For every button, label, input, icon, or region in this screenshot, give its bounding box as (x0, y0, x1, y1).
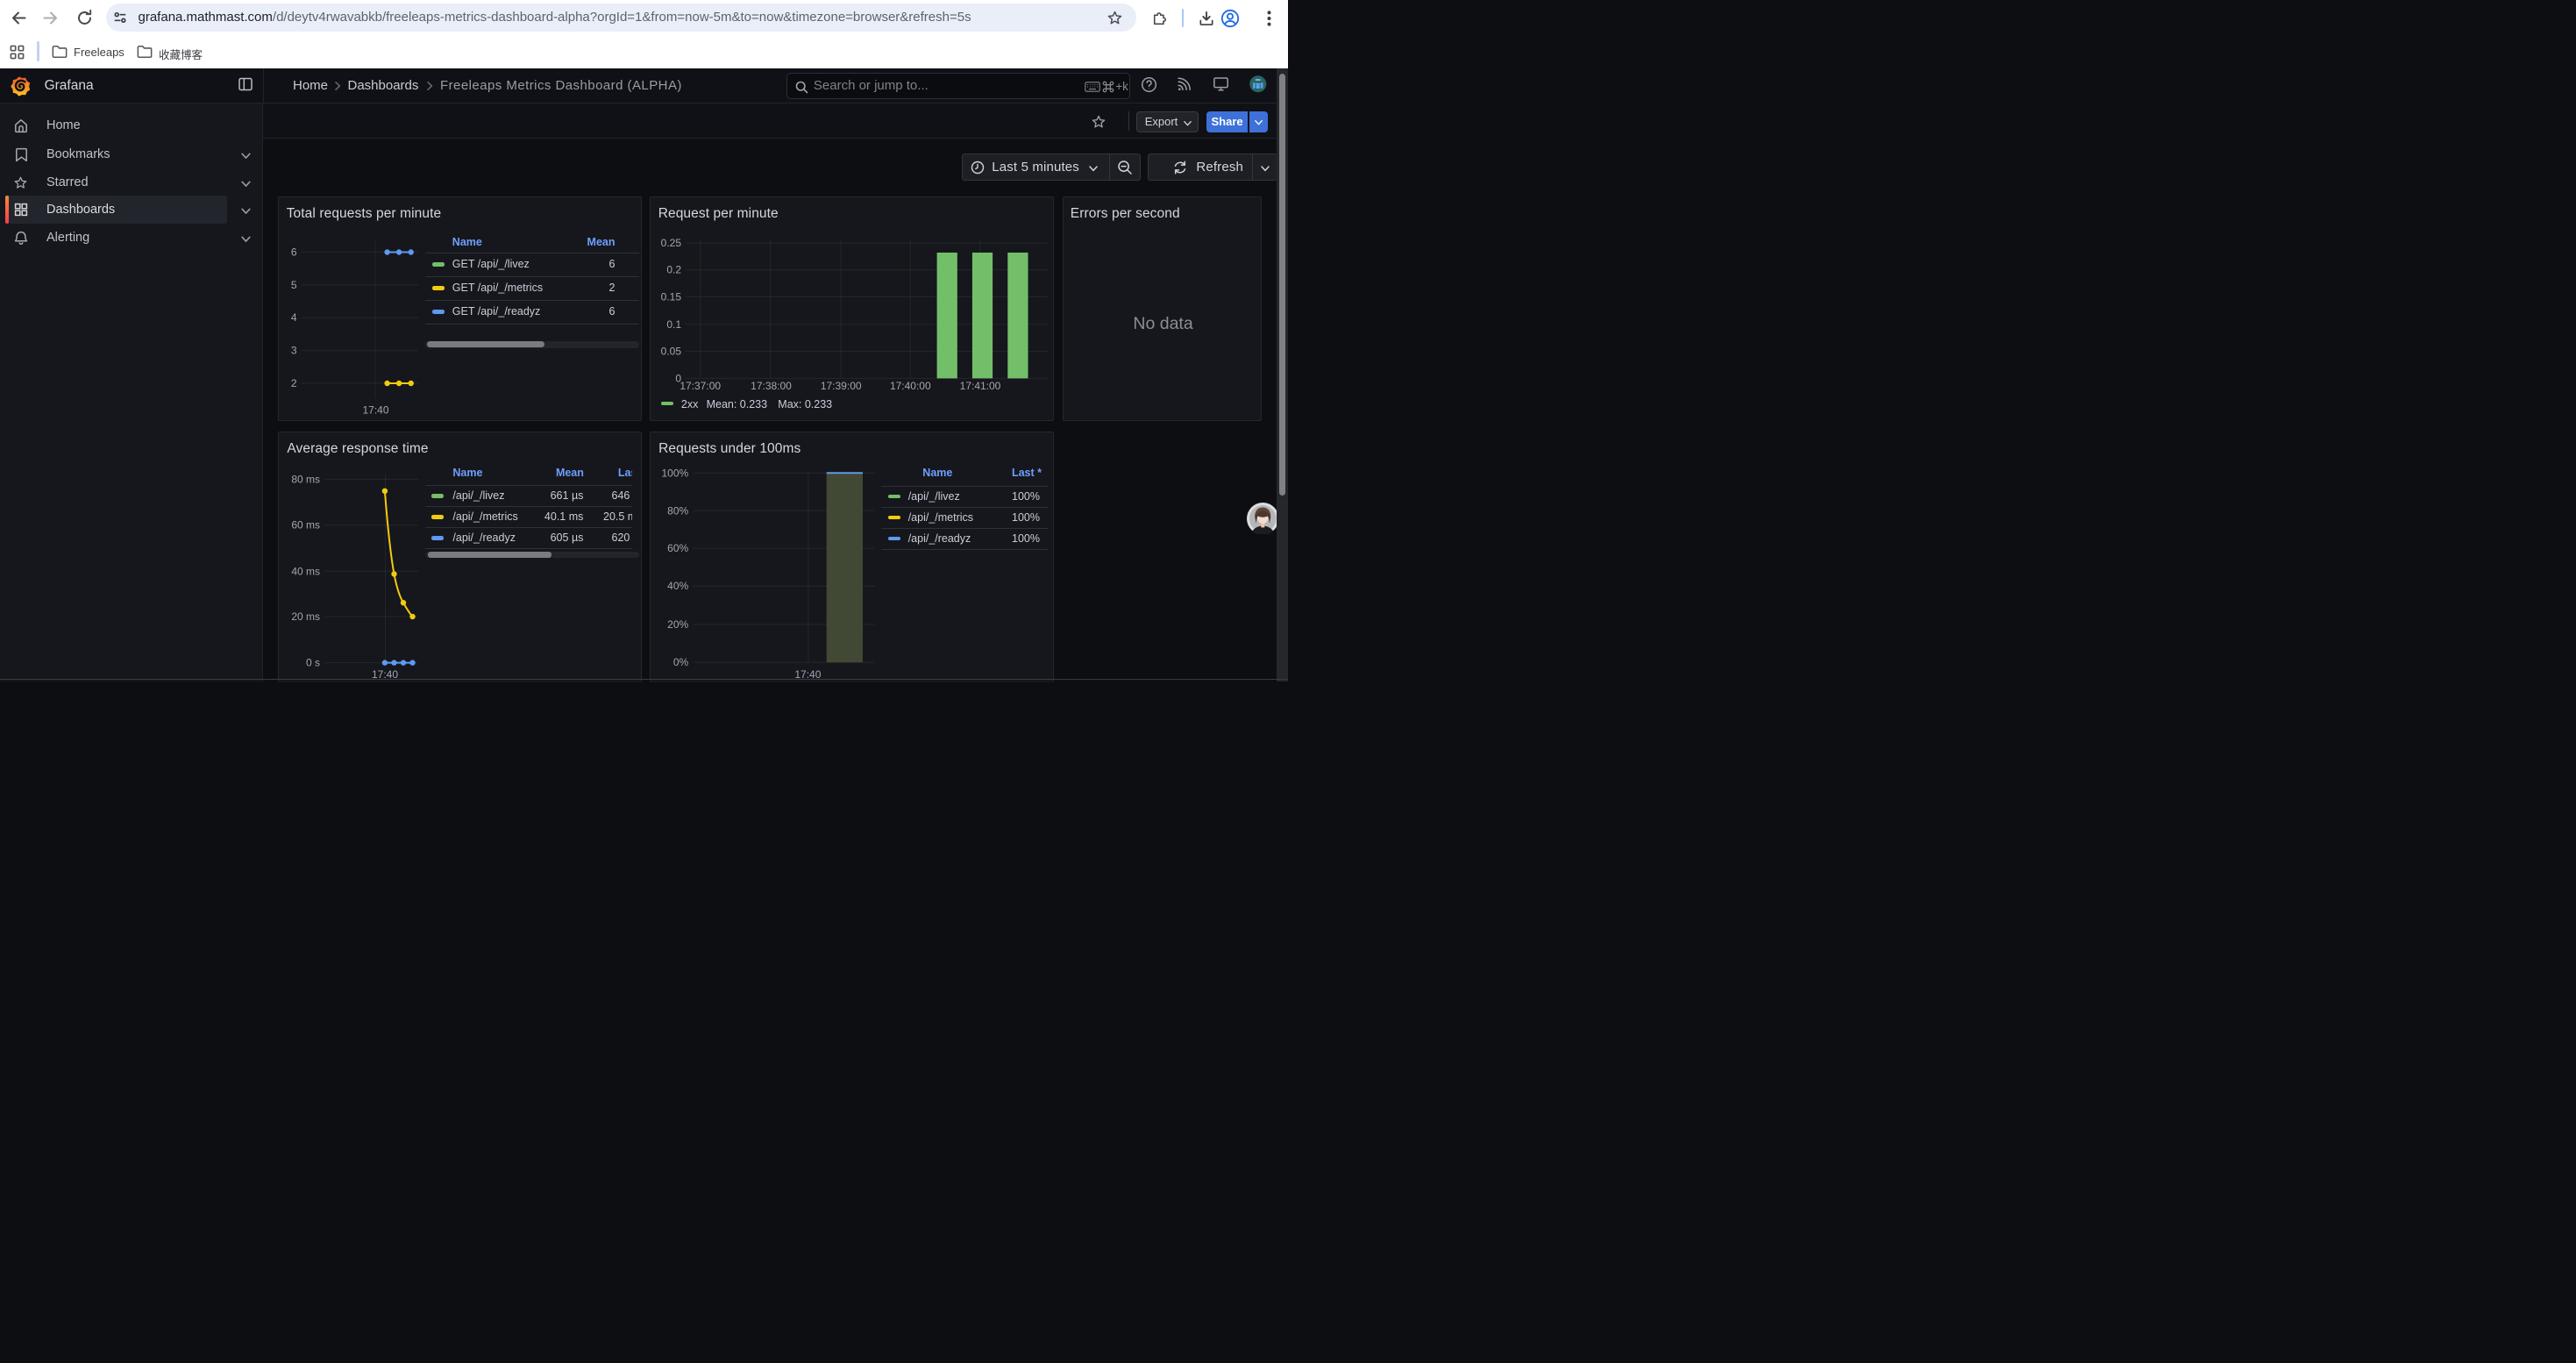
svg-text:17:41:00: 17:41:00 (960, 380, 1001, 392)
svg-text:17:37:00: 17:37:00 (680, 380, 722, 392)
svg-text:60 ms: 60 ms (291, 518, 320, 531)
svg-text:2: 2 (290, 377, 296, 389)
svg-text:40 ms: 40 ms (291, 565, 320, 577)
svg-text:20%: 20% (667, 618, 688, 631)
svg-text:0.25: 0.25 (661, 237, 682, 249)
svg-text:0.2: 0.2 (667, 263, 682, 275)
svg-text:20 ms: 20 ms (291, 610, 320, 623)
svg-text:5: 5 (290, 278, 296, 290)
svg-text:0.15: 0.15 (661, 290, 682, 303)
svg-text:40%: 40% (667, 580, 688, 592)
svg-text:0 s: 0 s (305, 656, 319, 668)
svg-text:4: 4 (290, 311, 296, 324)
svg-text:17:40: 17:40 (362, 403, 388, 416)
svg-text:80%: 80% (667, 504, 688, 517)
svg-text:0%: 0% (673, 656, 689, 668)
svg-text:80 ms: 80 ms (291, 473, 320, 485)
svg-text:3: 3 (290, 344, 296, 356)
svg-text:60%: 60% (667, 542, 688, 554)
svg-text:17:39:00: 17:39:00 (821, 380, 862, 392)
svg-text:17:38:00: 17:38:00 (751, 380, 792, 392)
svg-text:6: 6 (290, 246, 296, 258)
svg-text:17:40:00: 17:40:00 (890, 380, 931, 392)
svg-text:0.05: 0.05 (661, 345, 682, 357)
svg-text:0.1: 0.1 (667, 318, 682, 330)
svg-text:100%: 100% (661, 467, 688, 479)
